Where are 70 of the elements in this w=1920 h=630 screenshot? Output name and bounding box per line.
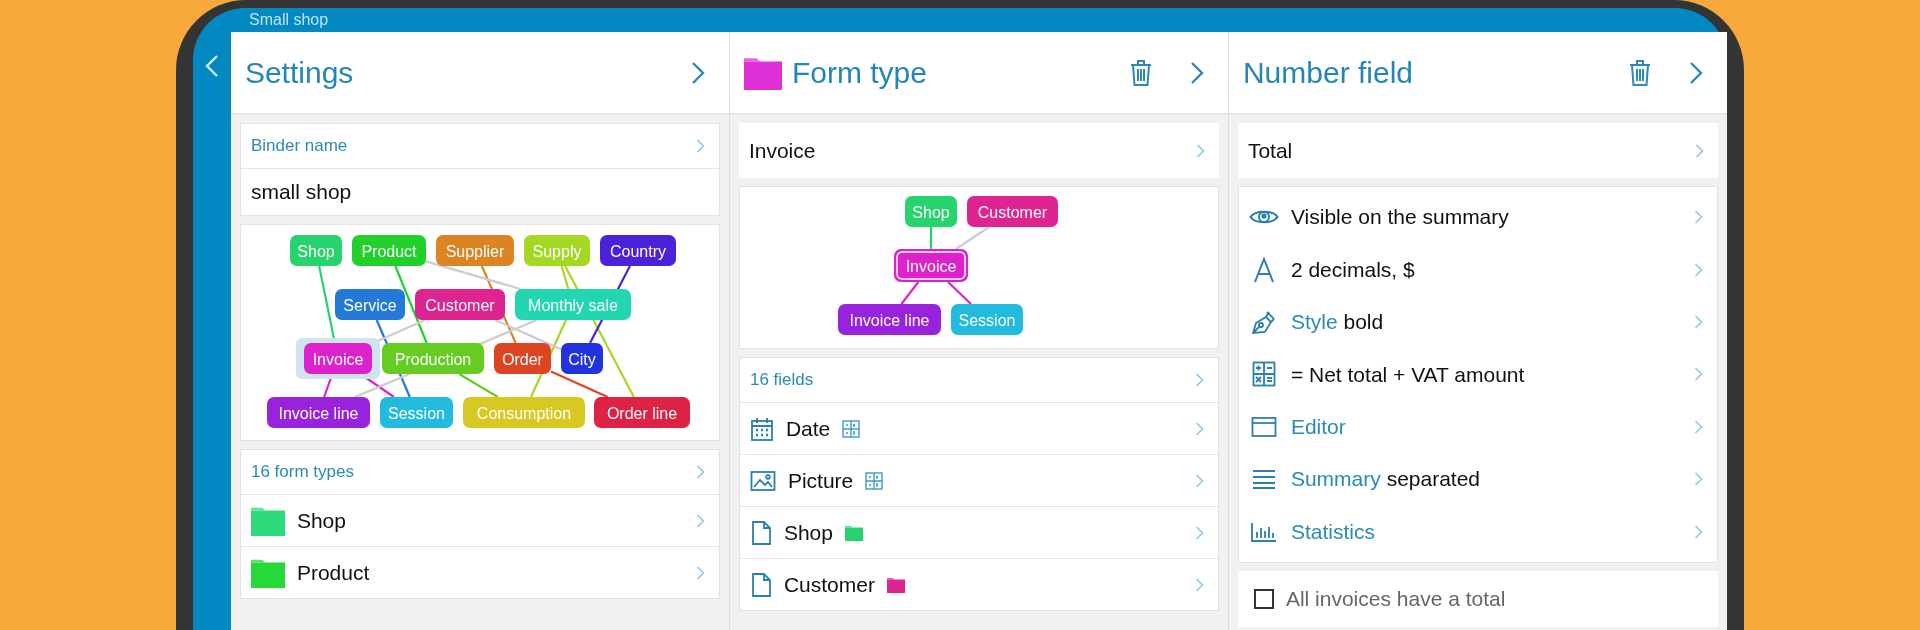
trash-icon[interactable] bbox=[1629, 58, 1651, 87]
lines-icon bbox=[1251, 469, 1276, 490]
chevron-icon bbox=[1694, 313, 1703, 330]
trash-icon[interactable] bbox=[1129, 58, 1152, 87]
graph-node: Order bbox=[493, 343, 551, 374]
picture-icon bbox=[749, 469, 776, 492]
pen-icon bbox=[1250, 308, 1277, 335]
grid-icon bbox=[865, 471, 884, 490]
chevron-icon bbox=[695, 512, 705, 529]
connector-line bbox=[955, 226, 990, 250]
document-icon bbox=[749, 519, 772, 546]
graph-node: Production bbox=[381, 343, 484, 374]
graph-node: Session bbox=[379, 397, 453, 428]
checkbox[interactable] bbox=[1253, 588, 1274, 609]
chevron-icon bbox=[1694, 523, 1703, 540]
name-item[interactable]: Invoice bbox=[738, 123, 1219, 178]
calendar-icon bbox=[749, 415, 774, 442]
bar-chart-icon bbox=[1250, 521, 1277, 542]
graph-node: Order line bbox=[593, 397, 690, 428]
graph-node: Consumption bbox=[462, 397, 585, 428]
connector-line bbox=[947, 281, 972, 305]
chevron-icon bbox=[1695, 142, 1704, 159]
chevron-icon[interactable] bbox=[1189, 60, 1204, 85]
chevron-icon bbox=[1194, 576, 1204, 593]
panel-title: Settings bbox=[244, 55, 355, 91]
graph-node: Supply bbox=[523, 235, 590, 266]
panel-title: Form type bbox=[791, 55, 928, 91]
chevron-icon bbox=[1694, 366, 1703, 383]
window-title: Small shop bbox=[249, 10, 329, 30]
document-icon bbox=[749, 571, 772, 598]
chevron-icon bbox=[695, 138, 705, 154]
chevron-icon bbox=[1194, 524, 1204, 541]
graph-node: Invoice bbox=[295, 338, 380, 379]
graph-node: Shop bbox=[904, 196, 957, 227]
graph-node: Country bbox=[599, 235, 676, 266]
graph-node: Supplier bbox=[435, 235, 514, 266]
back-icon[interactable] bbox=[204, 54, 219, 78]
window-icon bbox=[1250, 415, 1277, 438]
graph-node: Invoice line bbox=[266, 397, 370, 428]
chevron-icon bbox=[1694, 418, 1703, 435]
chevron-icon bbox=[1194, 472, 1204, 489]
connector-line bbox=[900, 281, 920, 305]
name-item[interactable]: Total bbox=[1237, 123, 1718, 178]
checkbox-item[interactable]: All invoices have a total bbox=[1237, 570, 1718, 627]
name-value: small shop bbox=[250, 179, 352, 206]
font-icon bbox=[1251, 256, 1276, 283]
graph-node: City bbox=[560, 343, 603, 374]
calculator-icon bbox=[1251, 361, 1276, 388]
graph-node: Product bbox=[351, 235, 426, 266]
panel-title: Number field bbox=[1242, 55, 1414, 91]
chevron-icon bbox=[1694, 471, 1703, 488]
chevron-icon bbox=[695, 464, 705, 480]
grid-icon bbox=[842, 419, 861, 438]
chevron-icon bbox=[695, 564, 705, 581]
chevron-icon bbox=[1194, 420, 1204, 437]
graph-node: Customer bbox=[966, 196, 1058, 227]
graph-node: Invoice bbox=[893, 249, 968, 282]
chevron-icon bbox=[1195, 142, 1205, 159]
chevron-icon bbox=[1694, 209, 1703, 226]
graph-node: Invoice line bbox=[837, 304, 941, 335]
chevron-icon bbox=[1194, 372, 1204, 388]
graph-node: Customer bbox=[414, 289, 505, 320]
graph-node: Monthly sale bbox=[514, 289, 631, 320]
graph-node: Session bbox=[950, 304, 1023, 335]
graph-node: Shop bbox=[289, 235, 342, 266]
graph-node: Service bbox=[334, 289, 405, 320]
connector-line bbox=[929, 227, 932, 249]
chevron-icon[interactable] bbox=[1689, 60, 1703, 85]
chevron-icon bbox=[1694, 261, 1703, 278]
chevron-icon[interactable] bbox=[690, 60, 705, 85]
